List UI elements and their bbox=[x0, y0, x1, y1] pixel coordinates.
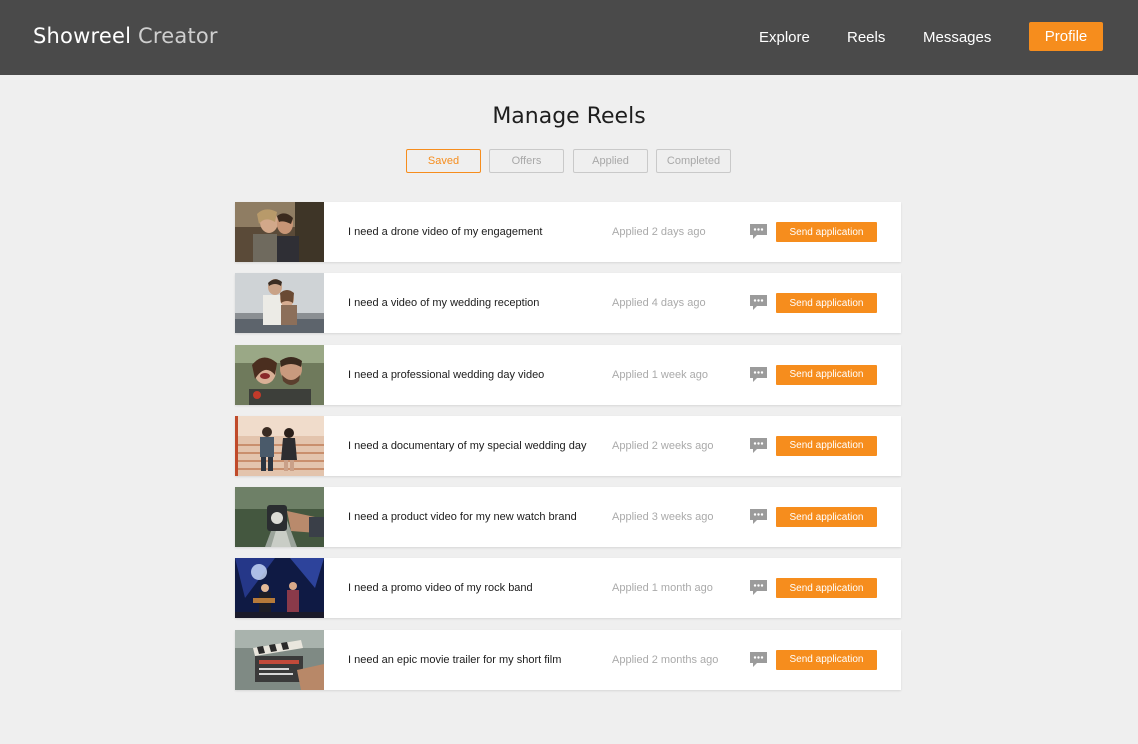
brand-logo[interactable]: Showreel Creator bbox=[33, 24, 218, 48]
message-icon[interactable] bbox=[749, 437, 768, 455]
send-application-button[interactable]: Send application bbox=[776, 507, 877, 528]
brand-sub-text: Creator bbox=[138, 24, 218, 48]
send-application-button[interactable]: Send application bbox=[776, 222, 877, 242]
reels-list: I need a drone video of my engagement Ap… bbox=[235, 202, 901, 701]
reel-row[interactable]: I need a video of my wedding reception A… bbox=[235, 273, 901, 334]
send-application-button[interactable]: Send application bbox=[776, 435, 877, 456]
couple-kissing-thumbnail bbox=[235, 202, 324, 262]
send-application-button[interactable]: Send application bbox=[776, 649, 877, 670]
reel-status: Applied 3 weeks ago bbox=[612, 511, 714, 524]
message-icon[interactable] bbox=[749, 294, 768, 312]
message-icon[interactable] bbox=[749, 366, 768, 384]
reel-status: Applied 1 week ago bbox=[612, 368, 709, 381]
reel-row[interactable]: I need a promo video of my rock band App… bbox=[235, 558, 901, 619]
reel-status: Applied 2 days ago bbox=[612, 226, 706, 238]
couple-laughing-thumbnail bbox=[235, 344, 324, 405]
reel-row[interactable]: I need a product video for my new watch … bbox=[235, 487, 901, 548]
couple-walking-thumbnail bbox=[235, 415, 324, 476]
reel-title: I need an epic movie trailer for my shor… bbox=[348, 653, 562, 666]
send-application-button[interactable]: Send application bbox=[776, 364, 877, 385]
reel-title: I need a documentary of my special weddi… bbox=[348, 439, 587, 452]
reel-title: I need a drone video of my engagement bbox=[348, 226, 543, 238]
reel-row[interactable]: I need a professional wedding day video … bbox=[235, 344, 901, 405]
message-icon[interactable] bbox=[749, 579, 768, 597]
watch-thumbnail bbox=[235, 487, 324, 548]
nav-reels-link[interactable]: Reels bbox=[847, 29, 885, 46]
nav-explore-link[interactable]: Explore bbox=[759, 29, 810, 46]
reel-title: I need a product video for my new watch … bbox=[348, 511, 577, 524]
message-icon[interactable] bbox=[749, 651, 768, 669]
top-navigation-bar: Showreel Creator Explore Reels Messages … bbox=[0, 0, 1138, 75]
page-title: Manage Reels bbox=[492, 104, 646, 129]
nav-messages-link[interactable]: Messages bbox=[923, 29, 991, 46]
reel-status: Applied 2 weeks ago bbox=[612, 439, 714, 452]
reel-title: I need a professional wedding day video bbox=[348, 368, 545, 381]
reel-status: Applied 4 days ago bbox=[612, 297, 706, 310]
reel-title: I need a video of my wedding reception bbox=[348, 297, 540, 310]
reel-row[interactable]: I need a drone video of my engagement Ap… bbox=[235, 202, 901, 262]
message-icon[interactable] bbox=[749, 223, 768, 241]
rock-band-thumbnail bbox=[235, 558, 324, 619]
tab-completed[interactable]: Completed bbox=[656, 149, 731, 173]
reel-title: I need a promo video of my rock band bbox=[348, 582, 533, 595]
message-icon[interactable] bbox=[749, 508, 768, 526]
reel-row[interactable]: I need an epic movie trailer for my shor… bbox=[235, 629, 901, 690]
couple-embracing-thumbnail bbox=[235, 273, 324, 334]
reel-status: Applied 1 month ago bbox=[612, 582, 713, 595]
tab-offers[interactable]: Offers bbox=[489, 149, 564, 173]
tab-saved[interactable]: Saved bbox=[406, 149, 481, 173]
tab-applied[interactable]: Applied bbox=[573, 149, 648, 173]
brand-main-text: Showreel bbox=[33, 24, 132, 48]
reel-row[interactable]: I need a documentary of my special weddi… bbox=[235, 415, 901, 476]
send-application-button[interactable]: Send application bbox=[776, 293, 877, 314]
reel-status: Applied 2 months ago bbox=[612, 653, 719, 666]
clapperboard-thumbnail bbox=[235, 629, 324, 690]
send-application-button[interactable]: Send application bbox=[776, 578, 877, 599]
profile-button[interactable]: Profile bbox=[1029, 22, 1103, 51]
